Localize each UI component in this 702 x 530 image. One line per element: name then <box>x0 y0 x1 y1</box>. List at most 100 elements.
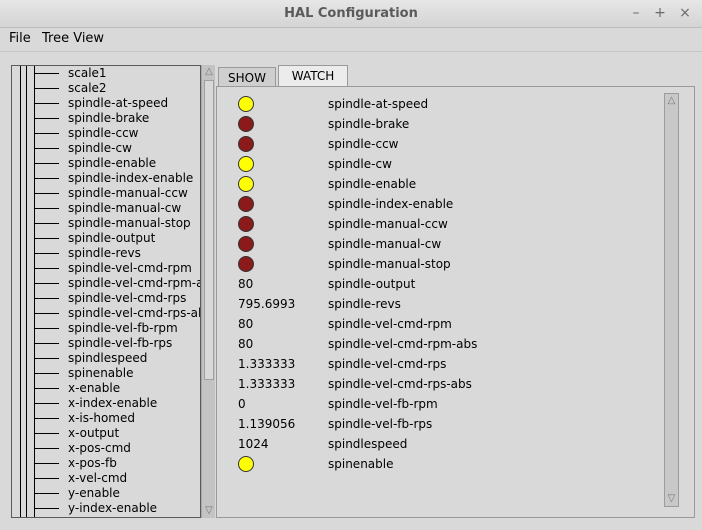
watch-value: 80 <box>238 277 254 291</box>
tree-branch-line <box>34 508 59 509</box>
tree-item[interactable]: spindlespeed <box>12 351 200 366</box>
tree-item[interactable]: x-index-enable <box>12 396 200 411</box>
tab-watch[interactable]: WATCH <box>278 65 348 87</box>
tree-item-label: scale1 <box>68 66 107 80</box>
tree-item[interactable]: spindle-ccw <box>12 126 200 141</box>
watch-name: spindlespeed <box>328 437 408 451</box>
scroll-thumb[interactable] <box>204 80 214 380</box>
tree-branch-line <box>34 328 59 329</box>
tree-item[interactable]: x-is-homed <box>12 411 200 426</box>
watch-row[interactable]: 0 spindle-vel-fb-rpm <box>217 394 657 414</box>
watch-row[interactable]: spindle-at-speed <box>217 94 657 114</box>
tree-item-label: spindle-ccw <box>68 126 139 140</box>
watch-name: spindle-enable <box>328 177 417 191</box>
tree-branch-line <box>34 163 59 164</box>
tree-item[interactable]: spindle-output <box>12 231 200 246</box>
watch-row[interactable]: spindle-ccw <box>217 134 657 154</box>
tree-branch-line <box>34 388 59 389</box>
tree-branch-line <box>34 448 59 449</box>
tree-item-label: scale2 <box>68 81 107 95</box>
tree-item-label: spindle-manual-cw <box>68 201 182 215</box>
watch-value: 80 <box>238 317 254 331</box>
watch-name: spindle-cw <box>328 157 392 171</box>
watch-row[interactable]: spindle-manual-ccw <box>217 214 657 234</box>
tree-item-label: spindle-vel-cmd-rpm <box>68 261 192 275</box>
watch-row[interactable]: 80 spindle-output <box>217 274 657 294</box>
tree-scrollbar[interactable]: △ ▽ <box>201 65 215 518</box>
tree-item[interactable]: spindle-enable <box>12 156 200 171</box>
scroll-down-icon[interactable]: ▽ <box>203 505 215 517</box>
led-on-icon <box>238 96 254 112</box>
tree-item[interactable]: spindle-vel-fb-rpm <box>12 321 200 336</box>
watch-row[interactable]: spindle-manual-stop <box>217 254 657 274</box>
watch-row[interactable]: 1.139056 spindle-vel-fb-rps <box>217 414 657 434</box>
tree-branch-line <box>34 88 59 89</box>
tree-item[interactable]: x-output <box>12 426 200 441</box>
watch-row[interactable]: 1.333333 spindle-vel-cmd-rps <box>217 354 657 374</box>
watch-value: 0 <box>238 397 246 411</box>
tree-item[interactable]: spindle-manual-stop <box>12 216 200 231</box>
pin-tree[interactable]: scale1 scale2 spindle-at-speed spindle-brak… <box>11 65 201 518</box>
watch-row[interactable]: 1.333333 spindle-vel-cmd-rps-abs <box>217 374 657 394</box>
led-on-icon <box>238 176 254 192</box>
tree-item-label: x-vel-cmd <box>68 471 128 485</box>
tree-item[interactable]: spindle-vel-cmd-rpm-a <box>12 276 200 291</box>
watch-name: spindle-manual-stop <box>328 257 451 271</box>
watch-scrollbar[interactable]: △ ▽ <box>664 93 679 507</box>
scroll-up-icon[interactable]: △ <box>666 95 677 107</box>
tree-item-label: x-enable <box>68 381 121 395</box>
tree-item[interactable]: spindle-vel-fb-rps <box>12 336 200 351</box>
tree-item[interactable]: spindle-vel-cmd-rps-al <box>12 306 200 321</box>
close-icon[interactable]: × <box>676 4 694 22</box>
watch-name: spindle-manual-ccw <box>328 217 448 231</box>
tree-item[interactable]: spinenable <box>12 366 200 381</box>
watch-name: spindle-vel-cmd-rps-abs <box>328 377 472 391</box>
watch-row[interactable]: spindle-brake <box>217 114 657 134</box>
tree-item[interactable]: spindle-cw <box>12 141 200 156</box>
tree-item[interactable]: x-pos-cmd <box>12 441 200 456</box>
watch-row[interactable]: spinenable <box>217 454 657 474</box>
watch-name: spindle-vel-cmd-rps <box>328 357 447 371</box>
tree-item[interactable]: y-index-enable <box>12 501 200 516</box>
watch-row[interactable]: spindle-index-enable <box>217 194 657 214</box>
tree-item[interactable]: spindle-index-enable <box>12 171 200 186</box>
led-off-icon <box>238 136 254 152</box>
tab-show[interactable]: SHOW <box>218 67 276 87</box>
watch-row[interactable]: spindle-enable <box>217 174 657 194</box>
tree-item-label: spindle-revs <box>68 246 141 260</box>
menu-file[interactable]: File <box>9 31 31 46</box>
scroll-down-icon[interactable]: ▽ <box>666 493 677 505</box>
title-bar: HAL Configuration – + × <box>0 0 702 28</box>
watch-name: spindle-brake <box>328 117 410 131</box>
tree-item[interactable]: x-pos-fb <box>12 456 200 471</box>
tree-item[interactable]: spindle-brake <box>12 111 200 126</box>
tree-item-label: y-index-enable <box>68 501 158 515</box>
tree-item[interactable]: spindle-vel-cmd-rps <box>12 291 200 306</box>
tree-item[interactable]: spindle-at-speed <box>12 96 200 111</box>
scroll-up-icon[interactable]: △ <box>203 66 215 78</box>
menu-tree-view[interactable]: Tree View <box>42 31 104 46</box>
tree-item[interactable]: spindle-manual-ccw <box>12 186 200 201</box>
watch-row[interactable]: spindle-cw <box>217 154 657 174</box>
watch-row[interactable]: spindle-manual-cw <box>217 234 657 254</box>
tree-item[interactable]: spindle-manual-cw <box>12 201 200 216</box>
watch-name: spinenable <box>328 457 394 471</box>
watch-row[interactable]: 80 spindle-vel-cmd-rpm <box>217 314 657 334</box>
tree-branch-line <box>34 298 59 299</box>
maximize-icon[interactable]: + <box>651 4 669 22</box>
tree-item-label: x-index-enable <box>68 396 158 410</box>
led-off-icon <box>238 216 254 232</box>
watch-row[interactable]: 80 spindle-vel-cmd-rpm-abs <box>217 334 657 354</box>
tree-item[interactable]: scale2 <box>12 81 200 96</box>
tree-item[interactable]: x-enable <box>12 381 200 396</box>
tree-item[interactable]: spindle-revs <box>12 246 200 261</box>
tree-item[interactable]: x-vel-cmd <box>12 471 200 486</box>
led-off-icon <box>238 116 254 132</box>
watch-row[interactable]: 795.6993 spindle-revs <box>217 294 657 314</box>
tree-item[interactable]: scale1 <box>12 66 200 81</box>
tree-item[interactable]: spindle-vel-cmd-rpm <box>12 261 200 276</box>
watch-row[interactable]: 1024 spindlespeed <box>217 434 657 454</box>
watch-name: spindle-index-enable <box>328 197 454 211</box>
minimize-icon[interactable]: – <box>627 4 645 22</box>
tree-item[interactable]: y-enable <box>12 486 200 501</box>
